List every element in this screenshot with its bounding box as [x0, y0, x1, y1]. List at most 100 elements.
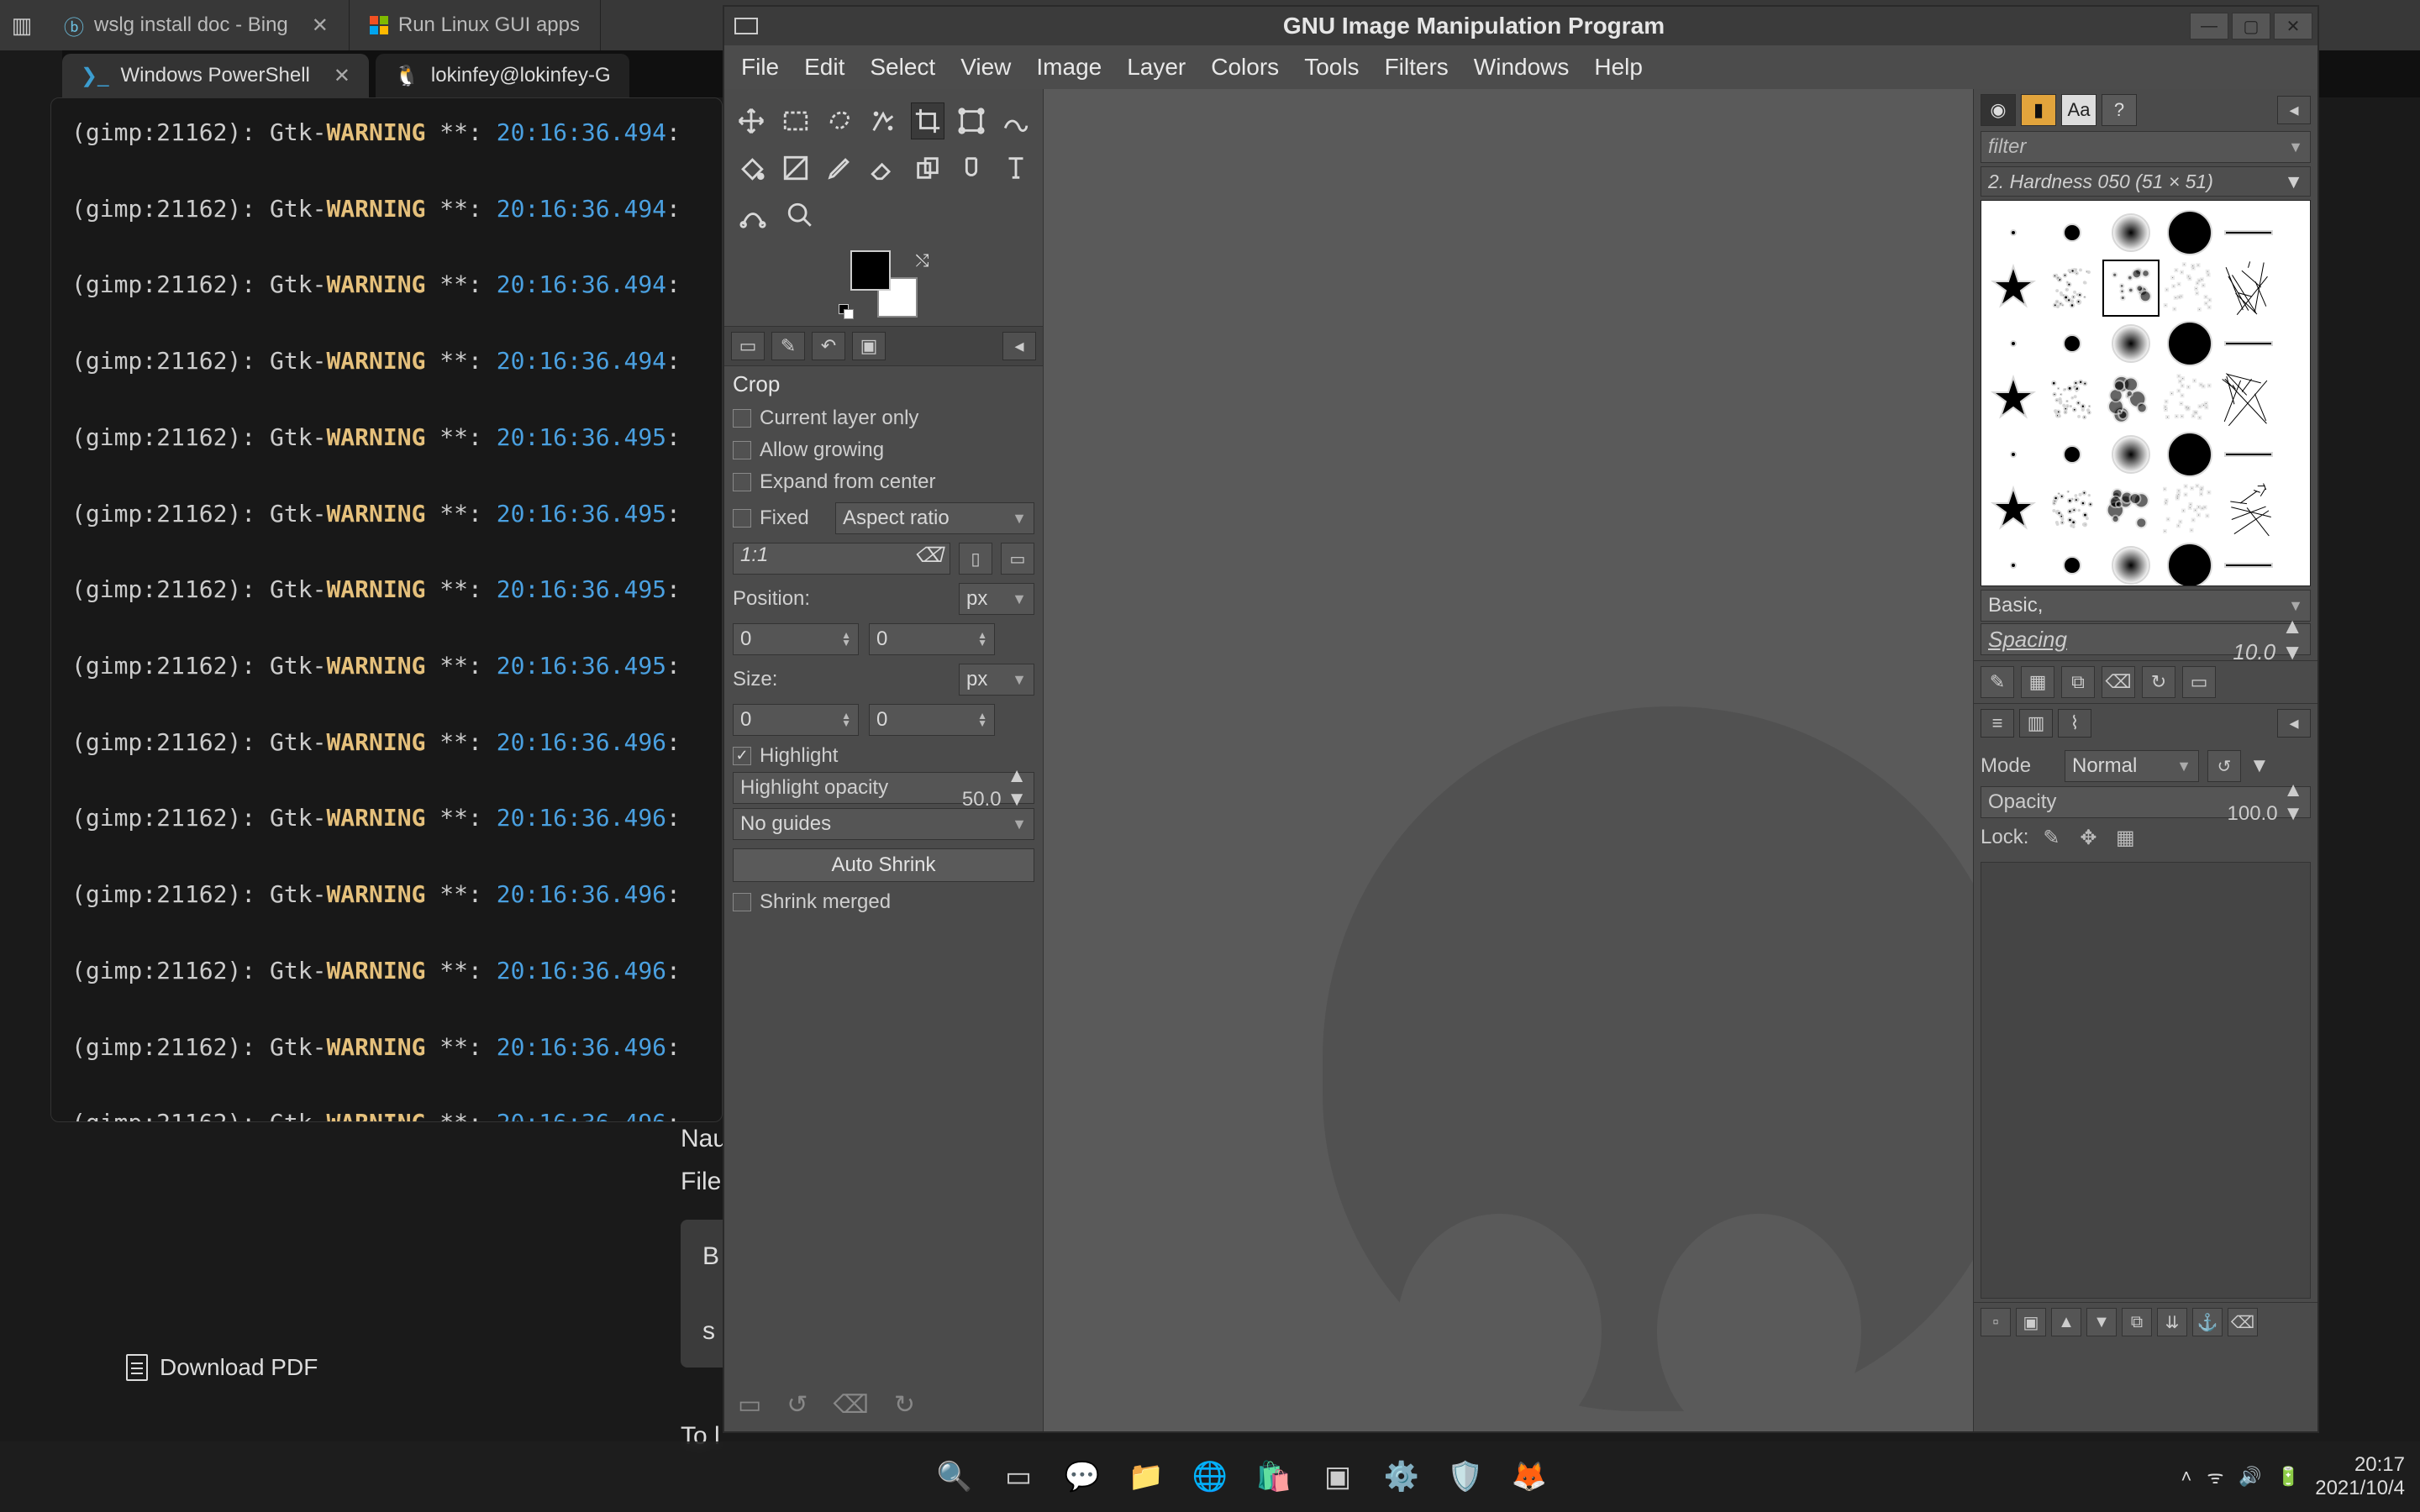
- menu-colors[interactable]: Colors: [1211, 54, 1279, 81]
- chevron-down-icon[interactable]: ▼: [2249, 754, 2270, 778]
- menu-view[interactable]: View: [960, 54, 1011, 81]
- open-as-image-icon[interactable]: ▭: [2182, 666, 2216, 698]
- auto-shrink-button[interactable]: Auto Shrink: [733, 848, 1034, 882]
- refresh-brushes-icon[interactable]: ↻: [2142, 666, 2175, 698]
- delete-layer-icon[interactable]: ⌫: [2228, 1308, 2258, 1336]
- clock[interactable]: 20:17 2021/10/4: [2315, 1453, 2405, 1499]
- lock-pixels-icon[interactable]: ✎: [2037, 823, 2065, 852]
- search-icon[interactable]: 🔍: [933, 1455, 976, 1499]
- paths-tab-icon[interactable]: ⌇: [2058, 709, 2091, 738]
- brush-filter-select[interactable]: filter▼: [1981, 131, 2311, 163]
- blend-mode-select[interactable]: Normal▼: [2065, 750, 2199, 782]
- images-tab-icon[interactable]: ▣: [852, 332, 886, 360]
- brush-swatch[interactable]: [2045, 261, 2099, 315]
- pencil-tool-icon[interactable]: [823, 150, 856, 186]
- brush-swatch[interactable]: [2104, 261, 2158, 315]
- dock-menu-icon[interactable]: ◂: [2277, 96, 2311, 124]
- portrait-icon[interactable]: ▯: [959, 543, 992, 575]
- layers-list[interactable]: [1981, 862, 2311, 1299]
- tray-chevron-icon[interactable]: ˄: [2181, 1466, 2191, 1488]
- aspect-ratio-select[interactable]: Aspect ratio▼: [835, 502, 1034, 534]
- rect-select-tool-icon[interactable]: [778, 102, 812, 139]
- menu-image[interactable]: Image: [1036, 54, 1102, 81]
- wifi-icon[interactable]: ᯤ: [2207, 1464, 2223, 1489]
- dock-menu-icon[interactable]: ◂: [1002, 332, 1036, 360]
- transform-tool-icon[interactable]: [955, 102, 988, 139]
- store-icon[interactable]: 🛍️: [1252, 1455, 1296, 1499]
- brush-swatch[interactable]: [2222, 261, 2275, 315]
- save-preset-icon[interactable]: ▭: [738, 1390, 761, 1420]
- brush-swatch[interactable]: [1986, 317, 2040, 370]
- chat-icon[interactable]: 💬: [1060, 1455, 1104, 1499]
- brush-swatch[interactable]: [1986, 372, 2040, 426]
- brush-swatch[interactable]: [1986, 261, 2040, 315]
- lower-layer-icon[interactable]: ▼: [2086, 1308, 2117, 1336]
- crop-tool-icon[interactable]: [911, 102, 945, 139]
- landscape-icon[interactable]: ▭: [1001, 543, 1034, 575]
- move-tool-icon[interactable]: [734, 102, 768, 139]
- gimp-taskbar-icon[interactable]: 🦊: [1507, 1455, 1551, 1499]
- terminal-tab-wsl[interactable]: 🐧 lokinfey@lokinfey-G: [376, 54, 629, 97]
- menu-help[interactable]: Help: [1594, 54, 1643, 81]
- brush-swatch[interactable]: [2163, 372, 2217, 426]
- brush-swatch[interactable]: [2104, 372, 2158, 426]
- menu-filters[interactable]: Filters: [1385, 54, 1449, 81]
- brush-swatch[interactable]: [2222, 428, 2275, 481]
- spacing-slider[interactable]: Spacing 10.0 ▲▼: [1981, 623, 2311, 655]
- brush-swatch[interactable]: [2045, 206, 2099, 260]
- paths-tool-icon[interactable]: [734, 197, 771, 234]
- anchor-layer-icon[interactable]: ⚓: [2192, 1308, 2223, 1336]
- menu-edit[interactable]: Edit: [804, 54, 844, 81]
- maximize-icon[interactable]: ▢: [2232, 13, 2270, 39]
- close-icon[interactable]: ✕: [312, 13, 329, 38]
- position-x-input[interactable]: 0▲▼: [733, 623, 859, 655]
- bucket-fill-tool-icon[interactable]: [734, 150, 768, 186]
- brush-swatch[interactable]: [2045, 428, 2099, 481]
- device-status-tab-icon[interactable]: ✎: [771, 332, 805, 360]
- checkbox[interactable]: [733, 747, 751, 765]
- menu-windows[interactable]: Windows: [1474, 54, 1570, 81]
- brush-grid[interactable]: [1981, 200, 2311, 586]
- document-history-tab-icon[interactable]: ?: [2102, 94, 2137, 126]
- position-y-input[interactable]: 0▲▼: [869, 623, 995, 655]
- brush-swatch[interactable]: [1986, 428, 2040, 481]
- delete-brush-icon[interactable]: ⌫: [2102, 666, 2135, 698]
- tool-options-tab-icon[interactable]: ▭: [731, 332, 765, 360]
- brush-swatch[interactable]: [2222, 317, 2275, 370]
- channels-tab-icon[interactable]: ▥: [2019, 709, 2053, 738]
- fonts-tab-icon[interactable]: Aa: [2061, 94, 2096, 126]
- brush-swatch[interactable]: [2163, 261, 2217, 315]
- new-group-icon[interactable]: ▣: [2016, 1308, 2046, 1336]
- checkbox[interactable]: [733, 893, 751, 911]
- brush-swatch[interactable]: [2045, 538, 2099, 586]
- eraser-tool-icon[interactable]: [866, 150, 900, 186]
- brushes-tab-icon[interactable]: ◉: [1981, 94, 2016, 126]
- brush-swatch[interactable]: [2163, 317, 2217, 370]
- checkbox[interactable]: [733, 441, 751, 459]
- tab-actions-icon[interactable]: ▥: [0, 13, 44, 39]
- brush-swatch[interactable]: [1986, 206, 2040, 260]
- volume-icon[interactable]: 🔊: [2238, 1466, 2261, 1488]
- brush-swatch[interactable]: [2222, 372, 2275, 426]
- start-icon[interactable]: [869, 1455, 913, 1499]
- ratio-input[interactable]: 1:1⌫: [733, 543, 950, 575]
- menu-file[interactable]: File: [741, 54, 779, 81]
- brush-swatch[interactable]: [2222, 483, 2275, 537]
- gimp-titlebar[interactable]: GNU Image Manipulation Program — ▢ ✕: [724, 7, 2317, 45]
- position-unit-select[interactable]: px▼: [959, 583, 1034, 615]
- lock-alpha-icon[interactable]: ▦: [2111, 823, 2139, 852]
- text-tool-icon[interactable]: [999, 150, 1033, 186]
- raise-layer-icon[interactable]: ▲: [2051, 1308, 2081, 1336]
- minimize-icon[interactable]: —: [2190, 13, 2228, 39]
- lock-position-icon[interactable]: ✥: [2074, 823, 2102, 852]
- layers-tab-icon[interactable]: ≡: [1981, 709, 2014, 738]
- undo-history-tab-icon[interactable]: ↶: [812, 332, 845, 360]
- edge-icon[interactable]: 🌐: [1188, 1455, 1232, 1499]
- fuzzy-select-tool-icon[interactable]: [866, 102, 900, 139]
- default-colors-icon[interactable]: [839, 304, 854, 319]
- edit-brush-icon[interactable]: ✎: [1981, 666, 2014, 698]
- close-icon[interactable]: ✕: [334, 64, 350, 88]
- terminal-output[interactable]: (gimp:21162): Gtk-WARNING **: 20:16:36.4…: [50, 97, 723, 1122]
- brush-swatch[interactable]: [1986, 538, 2040, 586]
- smudge-tool-icon[interactable]: [955, 150, 988, 186]
